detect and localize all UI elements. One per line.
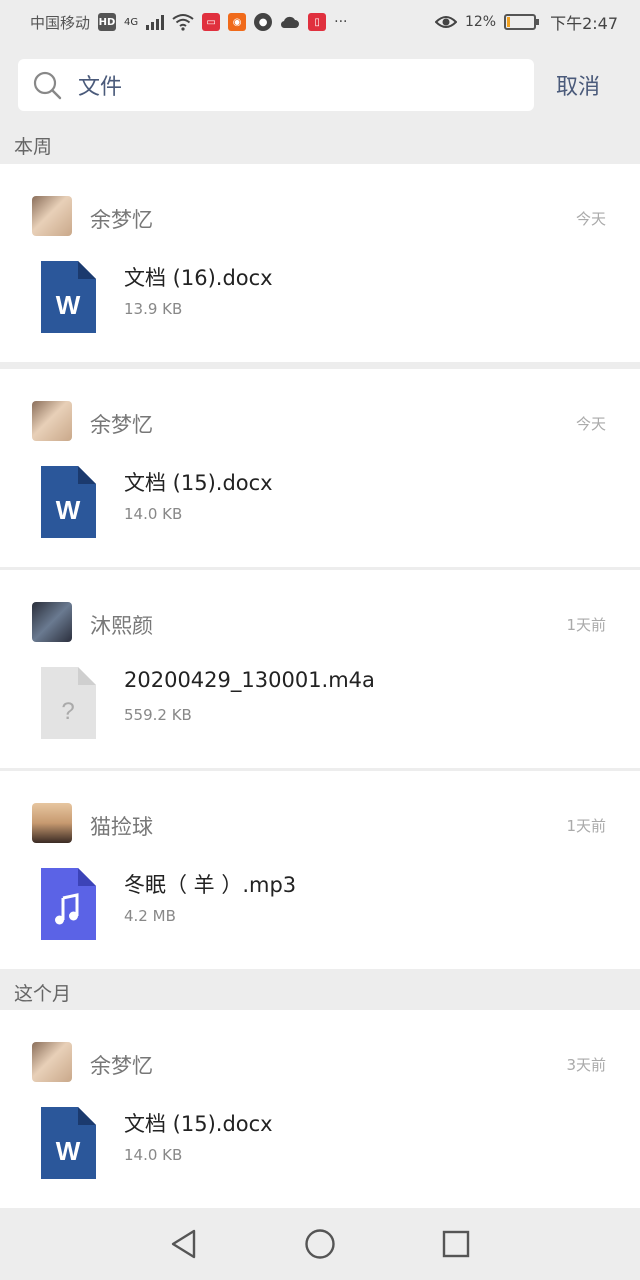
book-icon: ▯ bbox=[308, 13, 327, 31]
cancel-button[interactable]: 取消 bbox=[550, 68, 606, 102]
cloud-icon bbox=[281, 16, 300, 29]
sender-name: 猫捡球 bbox=[90, 815, 153, 839]
file-name: 文档 (15).docx bbox=[124, 471, 273, 495]
section-header-this-week: 本周 bbox=[14, 135, 53, 158]
search-box[interactable] bbox=[18, 59, 534, 111]
svg-text:W: W bbox=[56, 495, 81, 525]
file-card[interactable]: 余梦忆 今天 W 文档 (15).docx 14.0 KB bbox=[0, 369, 640, 567]
file-time: 1天前 bbox=[566, 616, 606, 634]
file-name: 文档 (16).docx bbox=[124, 266, 273, 290]
avatar bbox=[32, 401, 72, 441]
battery-icon bbox=[504, 14, 540, 30]
search-row: 取消 bbox=[0, 44, 640, 126]
file-name: 冬眠（ 羊 ）.mp3 bbox=[124, 873, 297, 897]
message-icon: ● bbox=[254, 13, 273, 31]
svg-text:?: ? bbox=[61, 698, 74, 725]
status-left: 中国移动 HD 4G ▭ ◉ ● ▯ ··· bbox=[30, 12, 348, 33]
back-triangle-icon bbox=[171, 1229, 196, 1259]
eye-comfort-icon bbox=[434, 16, 457, 28]
clock: 下午2:47 bbox=[550, 14, 618, 33]
file-card[interactable]: 余梦忆 今天 W 文档 (16).docx 13.9 KB bbox=[0, 164, 640, 362]
search-input[interactable] bbox=[76, 71, 496, 99]
svg-text:W: W bbox=[56, 290, 81, 320]
word-icon: W bbox=[41, 261, 96, 333]
weibo-icon: ◉ bbox=[228, 13, 247, 31]
music-file-icon bbox=[41, 868, 96, 940]
home-circle-icon bbox=[305, 1229, 335, 1259]
app-notification-icon: ▭ bbox=[202, 13, 221, 31]
sender-name: 沐熙颜 bbox=[90, 614, 153, 638]
hd-icon: HD bbox=[98, 13, 117, 31]
sender-name: 余梦忆 bbox=[90, 208, 153, 232]
svg-text:W: W bbox=[56, 1136, 81, 1166]
file-name: 文档 (15).docx bbox=[124, 1112, 273, 1136]
file-size: 14.0 KB bbox=[124, 505, 183, 523]
word-icon: W bbox=[41, 466, 96, 538]
file-time: 3天前 bbox=[566, 1056, 606, 1074]
word-icon: W bbox=[41, 1107, 96, 1179]
section-header-this-month: 这个月 bbox=[14, 982, 72, 1005]
recents-square-icon bbox=[442, 1230, 470, 1258]
search-icon bbox=[33, 71, 62, 100]
file-size: 559.2 KB bbox=[124, 706, 192, 724]
sender-name: 余梦忆 bbox=[90, 1054, 153, 1078]
avatar bbox=[32, 602, 72, 642]
home-button[interactable] bbox=[252, 1208, 388, 1280]
recents-button[interactable] bbox=[388, 1208, 524, 1280]
file-name: 20200429_130001.m4a bbox=[124, 668, 375, 692]
file-time: 今天 bbox=[575, 415, 606, 433]
status-bar: 中国移动 HD 4G ▭ ◉ ● ▯ ··· 12% 下午2:47 bbox=[0, 0, 640, 44]
battery-percent: 12% bbox=[464, 14, 497, 30]
file-size: 4.2 MB bbox=[124, 907, 176, 925]
avatar bbox=[32, 196, 72, 236]
avatar bbox=[32, 1042, 72, 1082]
file-card[interactable]: 余梦忆 3天前 W 文档 (15).docx 14.0 KB bbox=[0, 1010, 640, 1208]
file-card[interactable]: 猫捡球 1天前 冬眠（ 羊 ）.mp3 4.2 MB bbox=[0, 771, 640, 969]
carrier-label: 中国移动 bbox=[30, 13, 91, 32]
status-right: 12% 下午2:47 bbox=[434, 10, 618, 34]
more-notifications-icon: ··· bbox=[334, 14, 348, 30]
file-size: 13.9 KB bbox=[124, 300, 183, 318]
unknown-file-icon: ? bbox=[41, 667, 96, 739]
file-time: 1天前 bbox=[566, 817, 606, 835]
network-label: 4G bbox=[124, 16, 139, 28]
file-time: 今天 bbox=[575, 210, 606, 228]
navigation-bar bbox=[0, 1208, 640, 1280]
wifi-icon bbox=[172, 14, 194, 31]
battery-fill bbox=[507, 17, 511, 27]
back-button[interactable] bbox=[116, 1208, 252, 1280]
signal-icon bbox=[146, 14, 165, 30]
avatar bbox=[32, 803, 72, 843]
file-size: 14.0 KB bbox=[124, 1146, 183, 1164]
sender-name: 余梦忆 bbox=[90, 413, 153, 437]
file-card[interactable]: 沐熙颜 1天前 ? 20200429_130001.m4a 559.2 KB bbox=[0, 570, 640, 768]
